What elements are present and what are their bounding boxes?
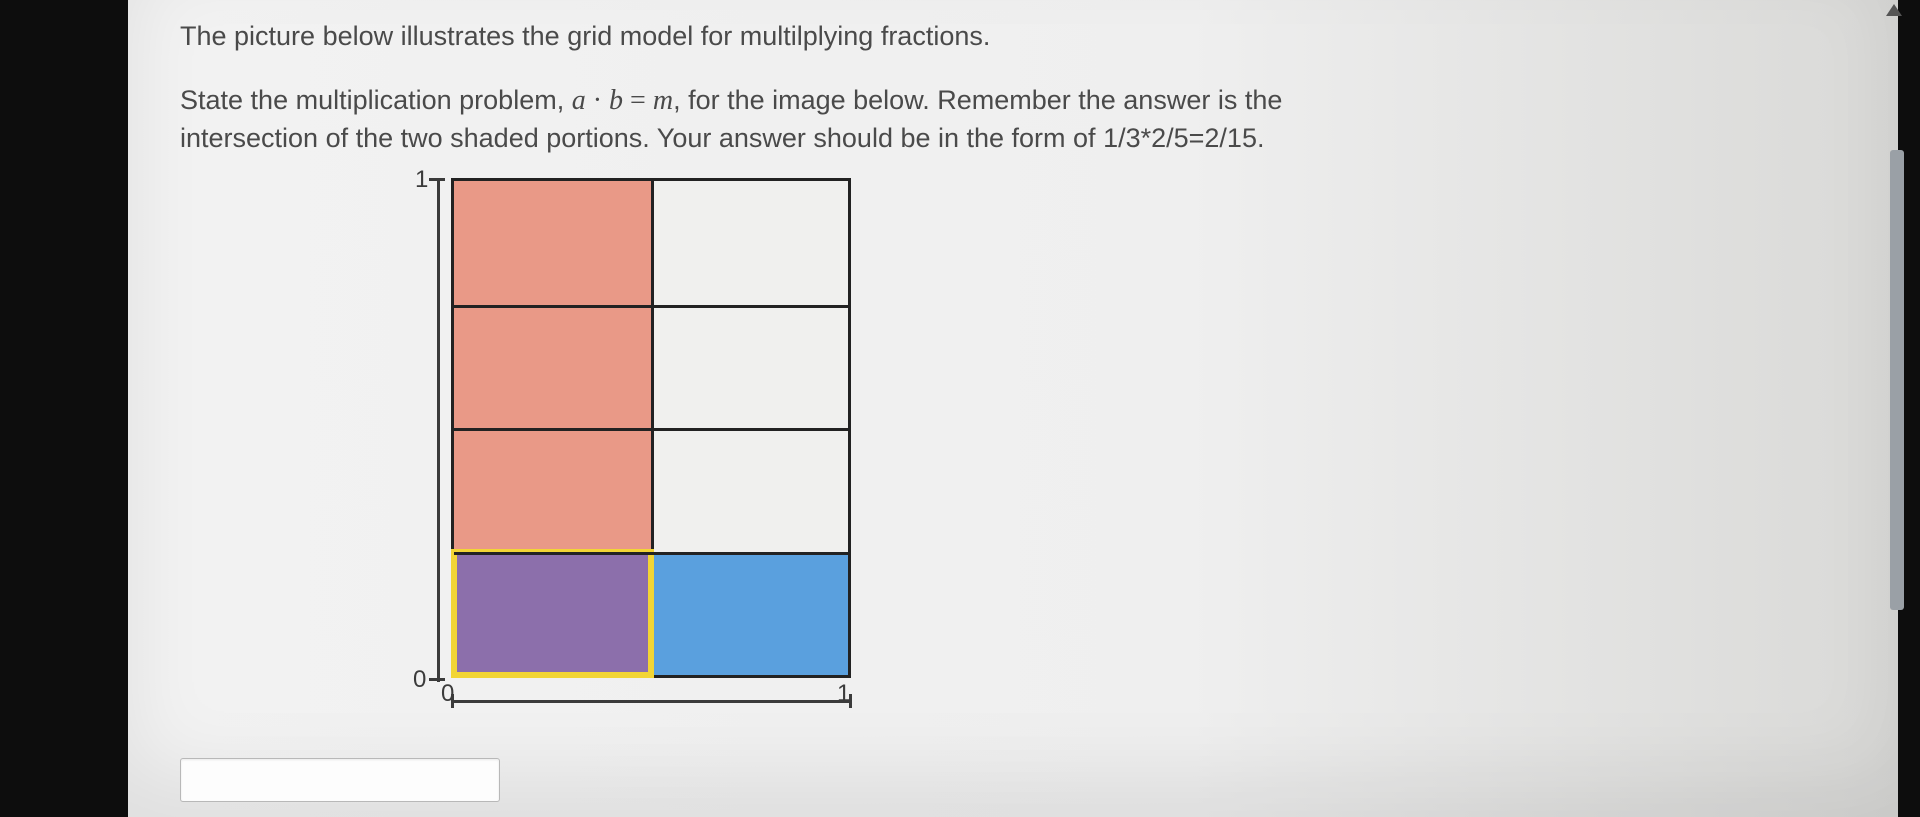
grid-hline-3 [454,552,848,555]
fraction-grid-diagram: 1 0 0 1 [415,170,875,710]
y-axis-label-bottom: 0 [413,666,426,694]
prompt-lead: State the multiplication problem, [180,85,572,115]
y-tick-1 [429,178,445,181]
x-axis-label-right: 1 [837,680,850,708]
prompt-text: State the multiplication problem, a · b … [180,82,1580,156]
x-axis-label-left: 0 [441,680,454,708]
grid-hline-1 [454,305,848,308]
shade-intersection [454,552,651,676]
prompt-mid: , for the image below. Remember the answ… [673,85,1282,115]
answer-input[interactable] [180,758,500,802]
unit-square [451,178,851,678]
math-var-m: m [653,85,673,116]
math-dot: · [586,85,609,116]
scrollbar-thumb[interactable] [1890,150,1904,610]
prompt-line2: intersection of the two shaded portions.… [180,123,1264,153]
math-var-b: b [609,85,623,116]
window-frame: The picture below illustrates the grid m… [0,0,1920,817]
shade-horizontal-fraction-right [651,552,848,676]
question-content: The picture below illustrates the grid m… [180,18,1580,156]
math-var-a: a [572,85,586,116]
intro-text: The picture below illustrates the grid m… [180,18,1580,56]
x-axis [451,700,851,703]
shade-vertical-fraction [454,181,651,552]
y-axis-label-top: 1 [415,166,428,194]
math-eq: = [623,85,653,116]
grid-hline-2 [454,428,848,431]
scrollbar-track[interactable] [1898,0,1914,817]
y-axis [437,178,440,682]
scroll-up-icon[interactable] [1886,4,1902,16]
